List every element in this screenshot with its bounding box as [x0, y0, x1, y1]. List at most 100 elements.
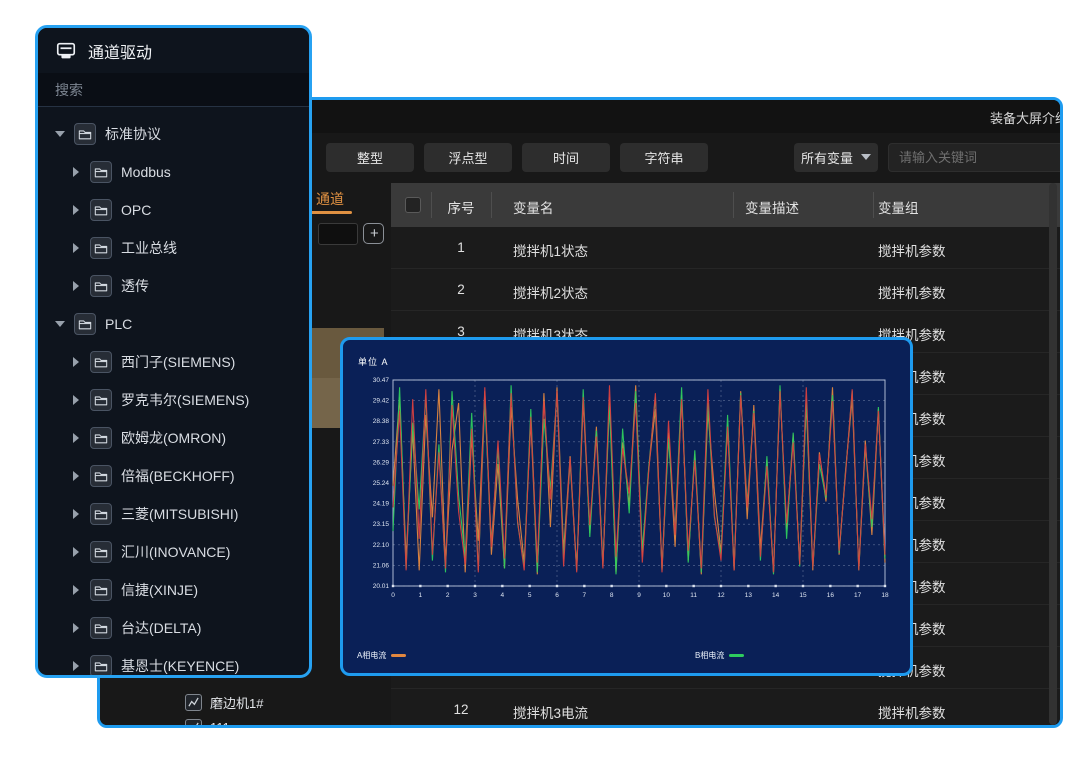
driver-tree-item[interactable]: 倍福(BECKHOFF): [38, 457, 309, 495]
table-header-row: 序号 变量名 变量描述 变量组: [391, 183, 1060, 227]
channel-tree-item[interactable]: 磨边机1#: [185, 693, 263, 712]
cell-name: 搅拌机1状态: [513, 240, 588, 260]
svg-text:16: 16: [827, 592, 835, 599]
expand-arrow-icon[interactable]: [71, 509, 81, 519]
table-row[interactable]: 2搅拌机2状态搅拌机参数: [391, 269, 1060, 311]
cell-name: 搅拌机3电流: [513, 702, 588, 722]
svg-text:26.29: 26.29: [373, 459, 390, 466]
driver-tree-label: 台达(DELTA): [121, 618, 201, 638]
driver-tree-item[interactable]: 标准协议: [38, 115, 309, 153]
col-header-desc: 变量描述: [745, 197, 799, 217]
driver-tree-item[interactable]: 汇川(INOVANCE): [38, 533, 309, 571]
legend-phase-a[interactable]: A相电流: [357, 650, 406, 661]
type-filter-button[interactable]: 整型: [326, 143, 414, 172]
add-channel-button[interactable]: +: [363, 223, 384, 244]
dropdown-value: 所有变量: [801, 148, 853, 167]
panel-header: 通道驱动: [38, 28, 309, 73]
table-scrollbar[interactable]: [1049, 183, 1057, 725]
driver-tree: 标准协议 Modbus OPC 工业总线透传 PLC 西门子(SIEMENS) 罗克韦尔(S…: [38, 107, 309, 678]
channel-driver-panel: 通道驱动 搜索 标准协议 Modbus OPC 工业总线透传 PLC 西门子(SIEMEN…: [35, 25, 312, 678]
tab-active-underline: [310, 211, 352, 214]
cell-name: 搅拌机2状态: [513, 282, 588, 302]
driver-tree-item[interactable]: 台达(DELTA): [38, 609, 309, 647]
driver-tree-label: PLC: [105, 316, 132, 332]
driver-tree-label: 工业总线: [121, 238, 177, 258]
driver-tree-label: 三菱(MITSUBISHI): [121, 504, 238, 524]
driver-search-input[interactable]: 搜索: [38, 73, 309, 107]
svg-text:0: 0: [391, 592, 395, 599]
svg-text:2: 2: [446, 592, 450, 599]
folder-icon: [90, 237, 112, 259]
expand-arrow-icon[interactable]: [71, 357, 81, 367]
svg-text:23.15: 23.15: [373, 521, 390, 528]
legend-label: B相电流: [695, 650, 724, 661]
col-header-name: 变量名: [513, 197, 554, 217]
cell-group: 搅拌机参数: [878, 282, 946, 302]
driver-tree-label: 西门子(SIEMENS): [121, 352, 235, 372]
expand-arrow-icon[interactable]: [71, 167, 81, 177]
driver-tree-label: 基恩士(KEYENCE): [121, 656, 239, 676]
driver-tree-label: 罗克韦尔(SIEMENS): [121, 390, 249, 410]
expand-arrow-icon[interactable]: [71, 243, 81, 253]
folder-icon: [90, 541, 112, 563]
svg-text:27.33: 27.33: [373, 439, 390, 446]
select-all-checkbox[interactable]: [405, 197, 421, 213]
channel-search-input[interactable]: [318, 223, 358, 245]
col-header-group: 变量组: [878, 197, 919, 217]
driver-tree-item[interactable]: OPC: [38, 191, 309, 229]
svg-text:3: 3: [473, 592, 477, 599]
folder-icon: [74, 313, 96, 335]
svg-text:21.06: 21.06: [373, 562, 390, 569]
expand-arrow-icon[interactable]: [71, 547, 81, 557]
driver-tree-label: 透传: [121, 276, 149, 296]
expand-arrow-icon[interactable]: [71, 623, 81, 633]
expand-arrow-icon[interactable]: [71, 395, 81, 405]
expand-arrow-icon[interactable]: [71, 433, 81, 443]
table-row[interactable]: 1搅拌机1状态搅拌机参数: [391, 227, 1060, 269]
table-row[interactable]: 12搅拌机3电流搅拌机参数: [391, 689, 1060, 725]
variable-filter-toolbar: 整型浮点型时间字符串: [326, 142, 708, 172]
folder-icon: [90, 427, 112, 449]
driver-tree-label: 标准协议: [105, 124, 161, 144]
screen: 装备大屏介绍 整型浮点型时间字符串 所有变量 通道 +: [0, 0, 1070, 763]
expand-arrow-icon[interactable]: [71, 281, 81, 291]
chevron-down-icon: [861, 154, 871, 160]
type-filter-button[interactable]: 时间: [522, 143, 610, 172]
driver-tree-item[interactable]: 透传: [38, 267, 309, 305]
svg-text:30.47: 30.47: [373, 377, 390, 384]
driver-tree-item[interactable]: 三菱(MITSUBISHI): [38, 495, 309, 533]
driver-tree-item[interactable]: 欧姆龙(OMRON): [38, 419, 309, 457]
svg-text:17: 17: [854, 592, 862, 599]
driver-tree-item[interactable]: 信捷(XINJE): [38, 571, 309, 609]
expand-arrow-icon[interactable]: [71, 661, 81, 671]
toolbar-right-group: 所有变量: [794, 142, 1063, 172]
tab-channel[interactable]: 通道: [316, 189, 344, 209]
driver-tree-item[interactable]: Modbus: [38, 153, 309, 191]
type-filter-button[interactable]: 浮点型: [424, 143, 512, 172]
driver-tree-item[interactable]: 基恩士(KEYENCE): [38, 647, 309, 678]
driver-tree-item[interactable]: 罗克韦尔(SIEMENS): [38, 381, 309, 419]
driver-tree-label: 欧姆龙(OMRON): [121, 428, 226, 448]
expand-arrow-icon[interactable]: [71, 471, 81, 481]
svg-text:11: 11: [690, 592, 697, 599]
type-filter-button[interactable]: 字符串: [620, 143, 708, 172]
folder-icon: [90, 503, 112, 525]
channel-tree-item[interactable]: 111: [185, 719, 230, 728]
keyword-search-input[interactable]: [888, 143, 1063, 172]
legend-phase-b[interactable]: B相电流: [695, 650, 744, 661]
expand-arrow-icon[interactable]: [55, 129, 65, 139]
driver-tree-item[interactable]: 工业总线: [38, 229, 309, 267]
expand-arrow-icon[interactable]: [71, 585, 81, 595]
folder-icon: [90, 579, 112, 601]
channel-item-label: 磨边机1#: [210, 693, 263, 712]
driver-tree-item[interactable]: 西门子(SIEMENS): [38, 343, 309, 381]
driver-tree-item[interactable]: PLC: [38, 305, 309, 343]
expand-arrow-icon[interactable]: [55, 319, 65, 329]
svg-text:20.01: 20.01: [373, 583, 390, 590]
folder-icon: [90, 351, 112, 373]
svg-text:28.38: 28.38: [373, 418, 390, 425]
variable-scope-dropdown[interactable]: 所有变量: [794, 143, 878, 172]
cell-group: 搅拌机参数: [878, 240, 946, 260]
expand-arrow-icon[interactable]: [71, 205, 81, 215]
driver-tree-label: OPC: [121, 202, 151, 218]
